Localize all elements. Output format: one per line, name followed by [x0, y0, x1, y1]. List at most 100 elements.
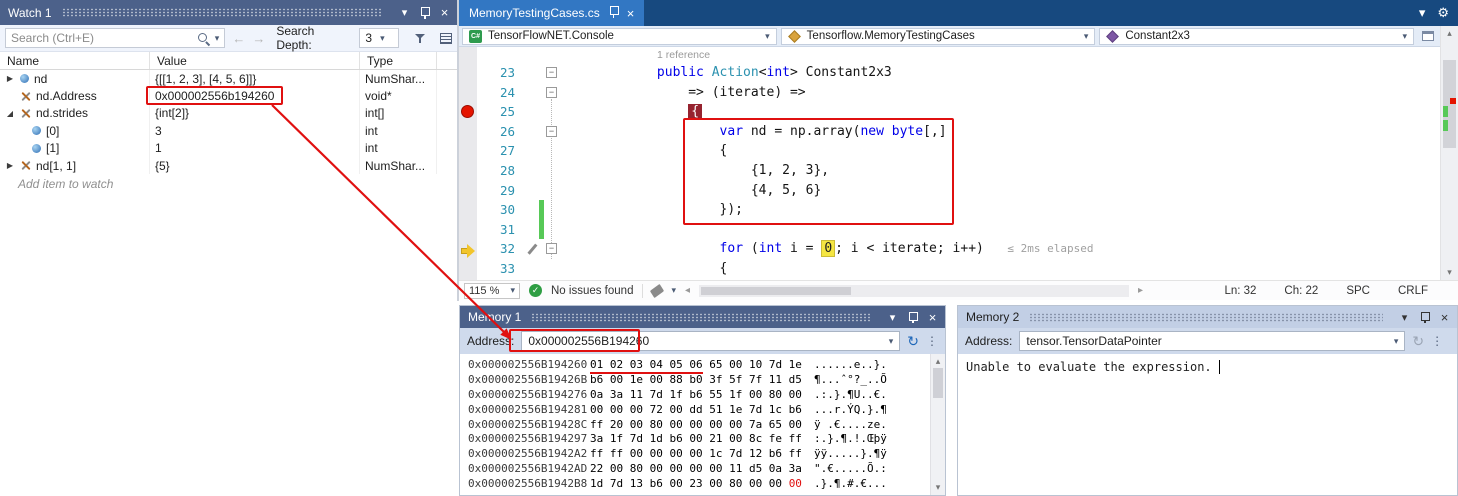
- code-line[interactable]: 28 {1, 2, 3},: [459, 161, 1458, 181]
- memory-bytes[interactable]: 3a 1f 7d 1d b6 00 21 00 8c fe ff: [590, 432, 814, 447]
- memory2-message-area[interactable]: Unable to evaluate the expression.: [958, 354, 1457, 380]
- add-watch-row[interactable]: Add item to watch: [0, 174, 457, 191]
- window-menu-icon[interactable]: ▾: [1396, 309, 1413, 326]
- watch-row[interactable]: ▶nd[1, 1] {5} NumShar...: [0, 157, 457, 174]
- chevron-down-icon[interactable]: ▾: [215, 33, 220, 44]
- watch-options-icon[interactable]: [440, 33, 452, 44]
- gear-icon[interactable]: ⚙: [1437, 5, 1449, 21]
- horizontal-scrollbar[interactable]: [699, 285, 1129, 297]
- code-line[interactable]: 27 {: [459, 141, 1458, 161]
- watch-row[interactable]: ◢nd.strides {int[2]} int[]: [0, 105, 457, 122]
- outline-collapse-icon[interactable]: −: [546, 87, 557, 98]
- chevron-down-icon[interactable]: ▾: [671, 285, 676, 296]
- tab-memorytestingcases[interactable]: MemoryTestingCases.cs ×: [459, 0, 644, 26]
- pin-icon[interactable]: [904, 309, 921, 326]
- outline-collapse-icon[interactable]: −: [546, 243, 557, 254]
- type-selector[interactable]: Tensorflow.MemoryTestingCases ▾: [781, 28, 1096, 45]
- memory1-titlebar[interactable]: Memory 1 ▾ ×: [460, 306, 945, 328]
- scroll-down-icon[interactable]: ▾: [1441, 267, 1458, 278]
- watch-row[interactable]: [0] 3 int: [0, 122, 457, 139]
- code-area[interactable]: 1 reference 23 public Action<int> Consta…: [459, 47, 1458, 280]
- watch-value[interactable]: {[[1, 2, 3], [4, 5, 6]]}: [150, 70, 360, 87]
- memory-bytes[interactable]: 1d 7d 13 b6 00 23 00 80 00 00 00: [590, 477, 814, 492]
- memory1-dump[interactable]: 0x000002556B19426001 02 03 04 05 06 65 0…: [460, 354, 945, 495]
- expand-icon[interactable]: ▶: [5, 74, 15, 83]
- column-header-name[interactable]: Name: [0, 52, 150, 69]
- scrollbar-thumb[interactable]: [1443, 60, 1456, 148]
- outline-collapse-icon[interactable]: −: [546, 126, 557, 137]
- codelens-references[interactable]: 1 reference: [657, 47, 1458, 63]
- memory-row[interactable]: 0x000002556B1942B81d 7d 13 b6 00 23 00 8…: [460, 477, 945, 492]
- memory2-titlebar[interactable]: Memory 2 ▾ ×: [958, 306, 1457, 328]
- memory-bytes[interactable]: ff 20 00 80 00 00 00 00 7a 65 00: [590, 418, 814, 433]
- code-line[interactable]: 29 {4, 5, 6}: [459, 181, 1458, 201]
- toolbar-overflow-icon[interactable]: ⋮: [1431, 334, 1443, 348]
- column-header-value[interactable]: Value: [150, 52, 360, 69]
- watch-value[interactable]: {int[2]}: [150, 105, 360, 122]
- memory-bytes[interactable]: ff ff 00 00 00 00 1c 7d 12 b6 ff: [590, 447, 814, 462]
- watch-row[interactable]: nd.Address 0x000002556b194260 void*: [0, 87, 457, 104]
- change-marker[interactable]: [1443, 106, 1448, 117]
- watch-value[interactable]: {5}: [150, 157, 360, 174]
- scroll-up-icon[interactable]: ▴: [1441, 28, 1458, 39]
- split-editor-handle[interactable]: [1422, 31, 1434, 41]
- chevron-down-icon[interactable]: ▾: [889, 336, 894, 347]
- memory-row[interactable]: 0x000002556B1942AD22 00 80 00 00 00 00 1…: [460, 462, 945, 477]
- scroll-right-icon[interactable]: ▸: [1138, 285, 1143, 296]
- close-icon[interactable]: ×: [924, 309, 941, 326]
- chevron-down-icon[interactable]: ▾: [1394, 336, 1399, 347]
- vertical-scrollbar[interactable]: ▴ ▾: [1440, 26, 1458, 280]
- code-line[interactable]: 32 for (int i = 0; i < iterate; i++) ≤ 2…: [459, 239, 1458, 259]
- expand-icon[interactable]: ▶: [5, 161, 15, 170]
- breakpoint-icon[interactable]: [461, 105, 474, 118]
- refresh-icon[interactable]: ↻: [907, 333, 919, 350]
- tab-close-icon[interactable]: ×: [627, 7, 635, 20]
- toolbar-overflow-icon[interactable]: ⋮: [926, 334, 938, 348]
- memory-row[interactable]: 0x000002556B1942973a 1f 7d 1d b6 00 21 0…: [460, 432, 945, 447]
- code-line[interactable]: 24 => (iterate) =>: [459, 83, 1458, 103]
- code-line[interactable]: 25 {: [459, 102, 1458, 122]
- code-line[interactable]: 23 public Action<int> Constant2x3: [459, 63, 1458, 83]
- memory-row[interactable]: 0x000002556B19426Bb6 00 1e 00 88 b0 3f 5…: [460, 373, 945, 388]
- pin-icon[interactable]: [1416, 309, 1433, 326]
- close-icon[interactable]: ×: [1436, 309, 1453, 326]
- search-input[interactable]: Search (Ctrl+E) ▾: [5, 28, 225, 48]
- memory-bytes[interactable]: 0a 3a 11 7d 1f b6 55 1f 00 80 00: [590, 388, 814, 403]
- memory-bytes[interactable]: 01 02 03 04 05 06 65 00 10 7d 1e: [590, 358, 814, 373]
- watch-row[interactable]: ▶nd {[[1, 2, 3], [4, 5, 6]]} NumShar...: [0, 70, 457, 87]
- code-line[interactable]: 33 {: [459, 259, 1458, 279]
- column-header-type[interactable]: Type: [360, 52, 437, 69]
- tab-pin-icon[interactable]: [608, 5, 619, 21]
- watch-value[interactable]: 1: [150, 140, 360, 157]
- scroll-up-icon[interactable]: ▴: [931, 356, 945, 367]
- search-depth-select[interactable]: 3 ▾: [359, 28, 399, 48]
- window-menu-icon[interactable]: ▾: [1419, 5, 1426, 21]
- memory-row[interactable]: 0x000002556B1942A2ff ff 00 00 00 00 1c 7…: [460, 447, 945, 462]
- scrollbar-thumb[interactable]: [933, 368, 943, 398]
- watch-titlebar[interactable]: Watch 1 ▾ ×: [0, 0, 457, 25]
- project-selector[interactable]: C# TensorFlowNET.Console ▾: [462, 28, 777, 45]
- code-cleanup-icon[interactable]: [650, 283, 664, 297]
- change-marker[interactable]: [1443, 120, 1448, 131]
- code-line[interactable]: 26 var nd = np.array(new byte[,]: [459, 122, 1458, 142]
- vertical-scrollbar[interactable]: ▴ ▾: [930, 354, 945, 495]
- watch-value[interactable]: 0x000002556b194260: [150, 87, 360, 104]
- outline-collapse-icon[interactable]: −: [546, 67, 557, 78]
- search-icon[interactable]: [197, 32, 210, 45]
- scroll-down-icon[interactable]: ▾: [931, 482, 945, 493]
- filter-icon[interactable]: [414, 32, 427, 45]
- window-menu-icon[interactable]: ▾: [396, 4, 413, 21]
- collapse-icon[interactable]: ◢: [5, 109, 15, 118]
- refresh-icon[interactable]: ↻: [1412, 333, 1424, 350]
- watch-value[interactable]: 3: [150, 122, 360, 139]
- address-input[interactable]: 0x000002556B194260 ▾: [521, 331, 900, 351]
- member-selector[interactable]: Constant2x3 ▾: [1099, 28, 1414, 45]
- pin-icon[interactable]: [416, 4, 433, 21]
- issues-status[interactable]: No issues found: [551, 285, 633, 297]
- memory-row[interactable]: 0x000002556B19428100 00 00 72 00 dd 51 1…: [460, 403, 945, 418]
- search-next-icon[interactable]: →: [252, 31, 265, 46]
- memory-row[interactable]: 0x000002556B19428Cff 20 00 80 00 00 00 0…: [460, 418, 945, 433]
- spaces-toggle[interactable]: SPC: [1346, 285, 1370, 297]
- scroll-left-icon[interactable]: ◂: [685, 285, 690, 296]
- search-prev-icon[interactable]: ←: [232, 31, 245, 46]
